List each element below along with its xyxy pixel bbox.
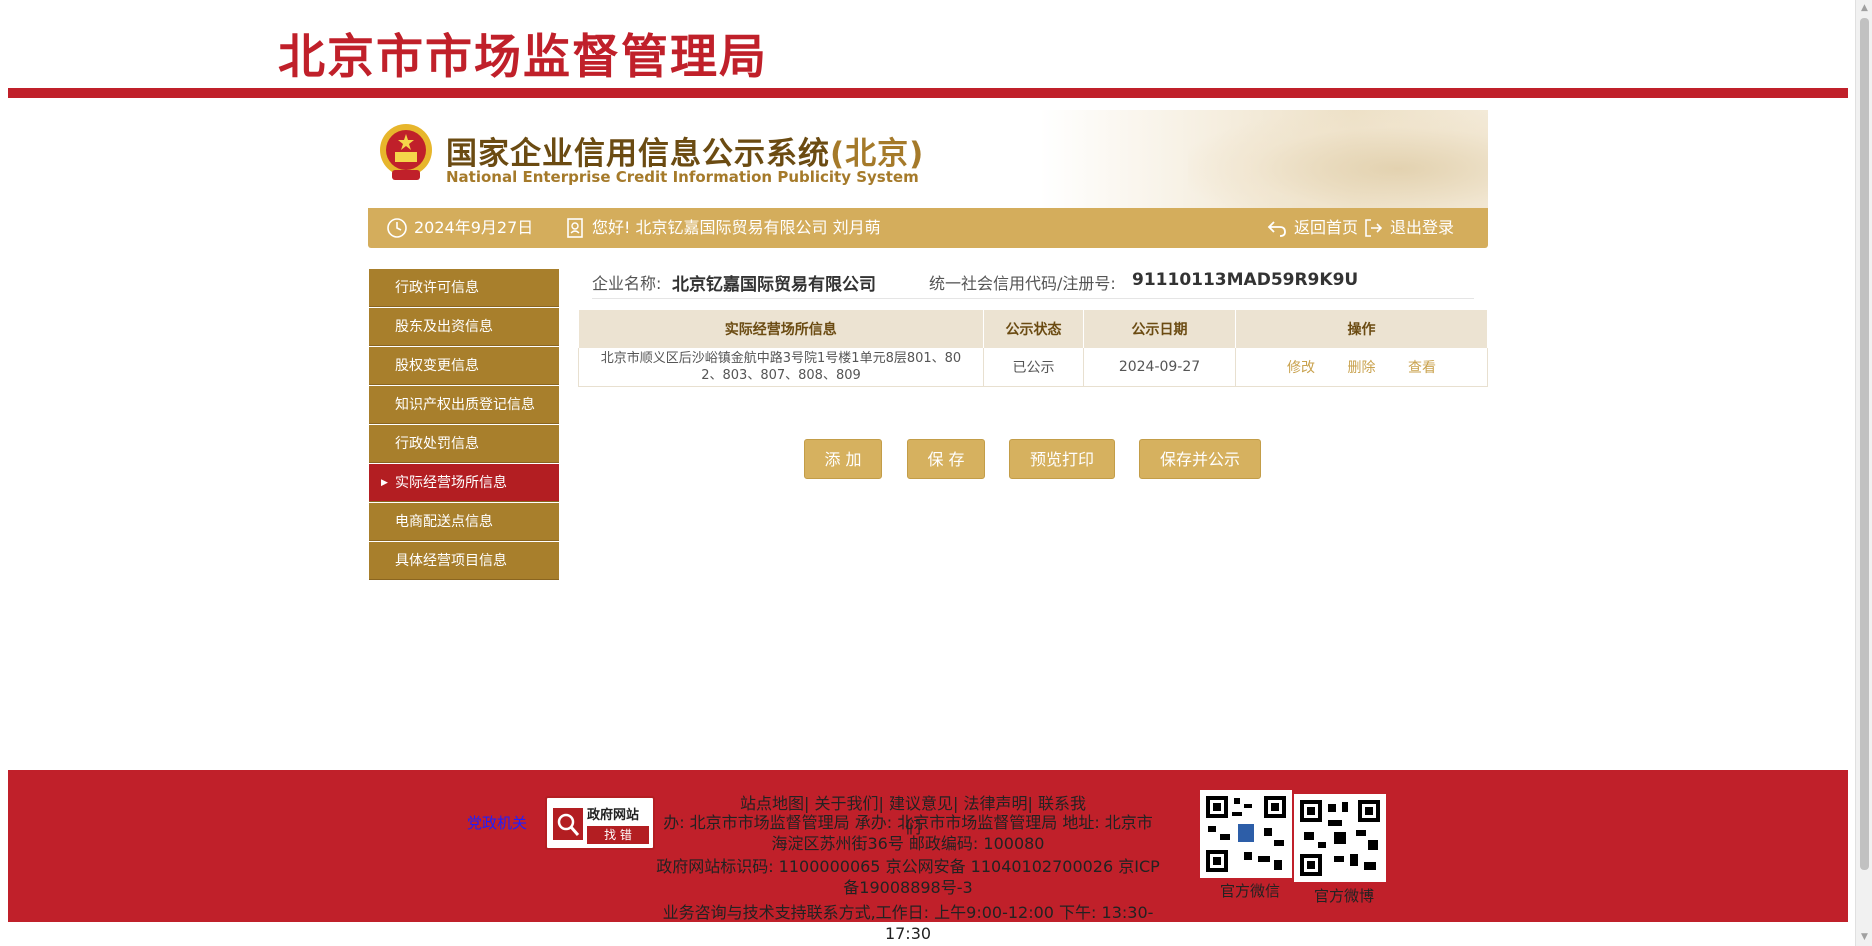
home-link[interactable]: 返回首页 — [1266, 208, 1358, 248]
gov-website-error-report[interactable]: 政府网站 找 错 — [545, 796, 655, 850]
system-banner: 国家企业信用信息公示系统(北京) National Enterprise Cre… — [368, 110, 1488, 208]
header-divider — [8, 88, 1848, 98]
sidebar-item-ip-pledge[interactable]: 知识产权出质登记信息 — [369, 386, 559, 424]
date-display: 2024年9月27日 — [386, 208, 533, 248]
system-title-main: 国家企业信用信息公示系统 — [446, 136, 830, 172]
premises-address: 北京市顺义区后沙峪镇金航中路3号院1号楼1单元8层801、80 2、803、80… — [578, 348, 984, 387]
sidebar-item-label: 电商配送点信息 — [395, 514, 493, 530]
table-header-row: 实际经营场所信息 公示状态 公示日期 操作 — [578, 310, 1488, 348]
address-line: 北京市顺义区后沙峪镇金航中路3号院1号楼1单元8层801、80 — [600, 351, 962, 366]
footer-support-line: 17:30 — [884, 924, 932, 943]
save-button[interactable]: 保 存 — [907, 439, 985, 479]
header-date: 公示日期 — [1083, 310, 1236, 348]
logout-link-label: 退出登录 — [1390, 218, 1455, 237]
footer-address-line: 海淀区苏州街36号 邮政编码: 100080 — [771, 834, 1045, 853]
footer: 党政机关 政府网站 找 错 站点地图| 关于我们| 建议意见| 法律声明| 联系… — [8, 770, 1848, 922]
magnifier-icon — [553, 808, 583, 840]
caret-right-icon: ▶ — [381, 478, 388, 488]
sidebar-item-business-items[interactable]: 具体经营项目信息 — [369, 542, 559, 580]
sidebar-item-label: 知识产权出质登记信息 — [395, 397, 535, 413]
party-org-image[interactable]: 党政机关 — [467, 812, 527, 833]
sidebar-item-shareholders[interactable]: 股东及出资信息 — [369, 308, 559, 346]
view-link[interactable]: 查看 — [1408, 360, 1436, 376]
qr-code-icon — [1204, 794, 1288, 874]
sidebar-item-ecommerce-delivery[interactable]: 电商配送点信息 — [369, 503, 559, 541]
system-title-en: National Enterprise Credit Information P… — [446, 168, 919, 186]
footer-address: 办: 北京市市场监督管理局 承办: 北京市市场监督管理局 地址: 北京市 海淀区… — [648, 812, 1168, 854]
sidebar-item-equity-change[interactable]: 股权变更信息 — [369, 347, 559, 385]
greeting-text: 您好! 北京钇嘉国际贸易有限公司 刘月萌 — [592, 218, 881, 237]
return-arrow-icon — [1267, 221, 1286, 237]
address-line: 2、803、807、808、809 — [701, 368, 861, 383]
credit-code-value: 91110113MAD59R9K9U — [1132, 270, 1359, 290]
vertical-scrollbar[interactable]: ▲ ▼ — [1855, 0, 1872, 946]
header-premises: 实际经营场所信息 — [578, 310, 984, 348]
preview-print-button[interactable]: 预览打印 — [1009, 439, 1115, 479]
clock-icon — [387, 218, 407, 238]
sidebar-item-admin-license[interactable]: 行政许可信息 — [369, 269, 559, 307]
sidebar-item-label: 股权变更信息 — [395, 358, 479, 374]
error-report-subtitle: 找 错 — [587, 826, 649, 844]
status-cell: 已公示 — [983, 348, 1084, 387]
page: 北京市市场监督管理局 国家企业信用信息公示系统(北京) National Ent… — [0, 0, 1872, 946]
footer-support: 业务咨询与技术支持联系方式,工作日: 上午9:00-12:00 下午: 13:3… — [648, 902, 1168, 944]
logout-icon — [1365, 219, 1383, 237]
greeting: 您好! 北京钇嘉国际贸易有限公司 刘月萌 — [564, 208, 881, 248]
sidebar-item-label: 实际经营场所信息 — [395, 475, 507, 491]
wechat-label: 官方微信 — [1220, 882, 1281, 900]
header-status: 公示状态 — [983, 310, 1084, 348]
user-info-bar: 2024年9月27日 您好! 北京钇嘉国际贸易有限公司 刘月萌 返回首页 退出登… — [368, 208, 1488, 248]
scroll-down-arrow-icon[interactable]: ▼ — [1856, 929, 1872, 946]
sidebar-item-admin-penalty[interactable]: 行政处罚信息 — [369, 425, 559, 463]
logout-link[interactable]: 退出登录 — [1362, 208, 1454, 248]
user-badge-icon — [567, 218, 583, 238]
sidebar-menu: 行政许可信息 股东及出资信息 股权变更信息 知识产权出质登记信息 行政处罚信息 … — [369, 269, 559, 581]
mountain-illustration — [1188, 110, 1488, 208]
footer-icp-line: 政府网站标识码: 1100000065 京公网安备 11040102700026… — [656, 857, 1160, 876]
home-link-label: 返回首页 — [1294, 218, 1359, 237]
date-cell: 2024-09-27 — [1083, 348, 1236, 387]
add-button[interactable]: 添 加 — [804, 439, 882, 479]
premises-table: 实际经营场所信息 公示状态 公示日期 操作 北京市顺义区后沙峪镇金航中路3号院1… — [578, 310, 1488, 387]
weibo-qr-code — [1294, 794, 1386, 882]
footer-address-line: 办: 北京市市场监督管理局 承办: 北京市市场监督管理局 地址: 北京市 — [663, 813, 1153, 832]
scroll-up-arrow-icon[interactable]: ▲ — [1856, 0, 1872, 17]
table-row: 北京市顺义区后沙峪镇金航中路3号院1号楼1单元8层801、80 2、803、80… — [578, 348, 1488, 387]
sidebar-item-business-premises[interactable]: ▶ 实际经营场所信息 — [369, 464, 559, 502]
credit-code-label: 统一社会信用代码/注册号: — [929, 274, 1116, 293]
delete-link[interactable]: 删除 — [1348, 360, 1376, 376]
scroll-thumb[interactable] — [1860, 18, 1869, 870]
footer-icp: 政府网站标识码: 1100000065 京公网安备 11040102700026… — [643, 856, 1173, 898]
sidebar-item-label: 具体经营项目信息 — [395, 553, 507, 569]
system-title-region: (北京) — [830, 136, 925, 172]
footer-icp-line: 备19008898号-3 — [843, 878, 973, 897]
error-report-title: 政府网站 — [587, 808, 640, 823]
company-header: 企业名称: 北京钇嘉国际贸易有限公司 统一社会信用代码/注册号: 9111011… — [592, 266, 1474, 299]
edit-link[interactable]: 修改 — [1287, 360, 1315, 376]
header-actions: 操作 — [1235, 310, 1488, 348]
wechat-qr-code — [1200, 790, 1292, 878]
national-emblem-icon — [380, 124, 432, 180]
date-text: 2024年9月27日 — [414, 218, 534, 237]
qr-code-icon — [1298, 798, 1382, 878]
system-title: 国家企业信用信息公示系统(北京) — [446, 128, 924, 173]
actions-cell: 修改 删除 查看 — [1235, 348, 1488, 387]
company-name-label: 企业名称: — [592, 274, 662, 293]
save-publish-button[interactable]: 保存并公示 — [1139, 439, 1261, 479]
sidebar-item-label: 股东及出资信息 — [395, 319, 493, 335]
weibo-label: 官方微博 — [1314, 887, 1375, 905]
company-name-value: 北京钇嘉国际贸易有限公司 — [672, 275, 876, 295]
site-title: 北京市市场监督管理局 — [278, 30, 768, 85]
sidebar-item-label: 行政处罚信息 — [395, 436, 479, 452]
footer-support-line: 业务咨询与技术支持联系方式,工作日: 上午9:00-12:00 下午: 13:3… — [662, 903, 1154, 922]
sidebar-item-label: 行政许可信息 — [395, 280, 479, 296]
